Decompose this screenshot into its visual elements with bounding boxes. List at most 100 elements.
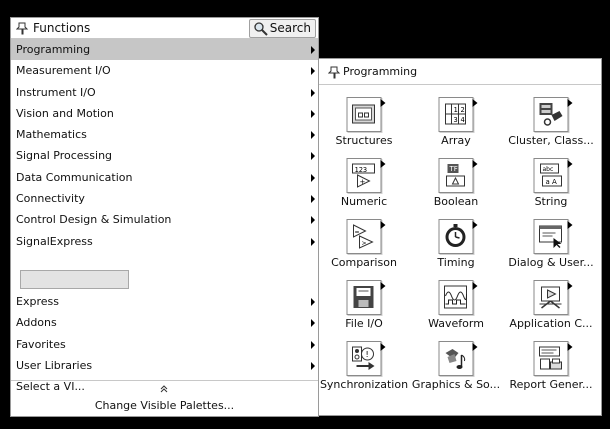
palette-item-label: Synchronization — [319, 378, 409, 391]
menu-item-instrument-io[interactable]: Instrument I/O — [11, 82, 318, 103]
comparison-icon: = > — [353, 224, 374, 249]
menu-item-label: Control Design & Simulation — [16, 213, 172, 227]
functions-palette-title: Functions — [33, 21, 91, 35]
svg-text:1: 1 — [454, 106, 458, 114]
string-icon: abc a A — [540, 163, 562, 187]
palette-item-label: Comparison — [331, 256, 397, 269]
programming-palette-title: Programming — [343, 65, 418, 78]
svg-text:>: > — [362, 240, 367, 247]
svg-text:=: = — [355, 229, 360, 236]
submenu-arrow-icon — [311, 46, 315, 54]
report-generation-icon — [539, 346, 562, 370]
menu-item-label: Favorites — [16, 337, 66, 351]
submenu-arrow-icon — [311, 298, 315, 306]
palette-item-waveform[interactable]: Waveform — [409, 280, 503, 341]
submenu-arrow-icon — [311, 237, 315, 246]
expand-chevron-icon[interactable] — [159, 384, 169, 394]
functions-palette: Functions Search Programming Measurement… — [10, 17, 319, 417]
structures-icon — [352, 104, 375, 124]
boolean-icon: TF — [446, 164, 465, 187]
menu-item-label: Vision and Motion — [16, 106, 114, 120]
svg-text:4: 4 — [461, 116, 465, 124]
menu-item-label: Mathematics — [16, 128, 87, 142]
menu-item-express[interactable]: Express — [11, 291, 318, 312]
menu-item-label: Data Communication — [16, 170, 133, 184]
menu-item-control-design[interactable]: Control Design & Simulation — [11, 209, 318, 230]
svg-text:+: + — [360, 178, 366, 186]
menu-item-label: Signal Processing — [16, 149, 113, 163]
functions-palette-titlebar: Functions Search — [11, 18, 318, 39]
menu-item-signalexpress[interactable]: SignalExpress — [11, 231, 318, 252]
submenu-arrow-icon — [311, 216, 315, 225]
palette-item-comparison[interactable]: = > Comparison — [319, 219, 409, 280]
palette-item-label: Array — [441, 134, 471, 147]
palette-item-synchronization[interactable]: ! Synchronization — [319, 341, 409, 402]
palette-item-report-generation[interactable]: Report Gener... — [503, 341, 599, 402]
palette-item-array[interactable]: 1 2 3 4 Array — [409, 97, 503, 158]
svg-text:!: ! — [366, 350, 369, 359]
search-field[interactable] — [20, 270, 129, 289]
palette-item-label: Cluster, Class... — [508, 134, 594, 147]
menu-item-mathematics[interactable]: Mathematics — [11, 124, 318, 145]
palette-item-label: String — [534, 195, 568, 208]
palette-item-label: Timing — [437, 256, 475, 269]
menu-item-favorites[interactable]: Favorites — [11, 334, 318, 355]
synchronization-icon: ! — [352, 346, 375, 370]
palette-item-label: Graphics & So... — [411, 378, 501, 391]
palette-item-string[interactable]: abc a A String — [503, 158, 599, 219]
pin-icon[interactable] — [16, 21, 30, 35]
menu-item-user-libraries[interactable]: User Libraries — [11, 355, 318, 376]
submenu-arrow-icon — [311, 173, 315, 182]
submenu-arrow-icon — [311, 67, 315, 76]
menu-item-data-communication[interactable]: Data Communication — [11, 167, 318, 188]
file-io-icon — [353, 286, 374, 308]
palette-item-label: Dialog & User... — [508, 256, 594, 269]
menu-item-label: User Libraries — [16, 358, 93, 372]
svg-text:3: 3 — [454, 116, 458, 124]
functions-palette-footer: Change Visible Palettes... — [11, 380, 318, 416]
search-button[interactable]: Search — [248, 19, 316, 38]
palette-item-dialog-user[interactable]: Dialog & User... — [503, 219, 599, 280]
menu-item-connectivity[interactable]: Connectivity — [11, 188, 318, 209]
svg-text:TF: TF — [449, 165, 458, 173]
timing-icon — [445, 224, 466, 247]
menu-item-label: SignalExpress — [16, 234, 93, 248]
svg-text:2: 2 — [461, 106, 465, 114]
svg-text:a A: a A — [546, 178, 558, 186]
menu-item-measurement-io[interactable]: Measurement I/O — [11, 60, 318, 81]
submenu-arrow-icon — [311, 88, 315, 97]
palette-item-application-control[interactable]: Application C... — [503, 280, 599, 341]
programming-palette: Programming Structures 1 2 3 4 Array Clu… — [318, 58, 602, 416]
palette-item-structures[interactable]: Structures — [319, 97, 409, 158]
menu-item-addons[interactable]: Addons — [11, 312, 318, 333]
palette-item-graphics-sound[interactable]: Graphics & So... — [409, 341, 503, 402]
menu-item-signal-processing[interactable]: Signal Processing — [11, 145, 318, 166]
palette-item-cluster-class[interactable]: Cluster, Class... — [503, 97, 599, 158]
array-icon: 1 2 3 4 — [445, 103, 466, 125]
palette-item-label: Structures — [335, 134, 393, 147]
pin-icon[interactable] — [328, 65, 342, 79]
menu-item-label: Programming — [16, 43, 91, 56]
palette-item-timing[interactable]: Timing — [409, 219, 503, 280]
numeric-icon: 123 + — [352, 163, 375, 188]
submenu-arrow-icon — [311, 319, 315, 328]
menu-item-programming[interactable]: Programming — [11, 39, 318, 61]
submenu-arrow-icon — [311, 109, 315, 118]
menu-item-vision-and-motion[interactable]: Vision and Motion — [11, 103, 318, 124]
svg-text:123: 123 — [355, 166, 368, 174]
cluster-icon — [539, 103, 563, 126]
palette-item-file-io[interactable]: File I/O — [319, 280, 409, 341]
programming-palette-titlebar: Programming — [319, 59, 601, 85]
palette-item-label: File I/O — [345, 317, 383, 330]
submenu-arrow-icon — [311, 152, 315, 161]
palette-item-label: Boolean — [433, 195, 479, 208]
menu-item-label: Connectivity — [16, 192, 85, 206]
submenu-arrow-icon — [311, 195, 315, 204]
submenu-arrow-icon — [311, 131, 315, 140]
palette-item-label: Application C... — [509, 317, 593, 330]
change-visible-palettes-button[interactable]: Change Visible Palettes... — [11, 399, 318, 412]
dialog-icon — [539, 225, 562, 248]
palette-item-boolean[interactable]: TF Boolean — [409, 158, 503, 219]
palette-item-numeric[interactable]: 123 + Numeric — [319, 158, 409, 219]
programming-subpalette-grid: Structures 1 2 3 4 Array Cluster, Class.… — [319, 97, 601, 402]
